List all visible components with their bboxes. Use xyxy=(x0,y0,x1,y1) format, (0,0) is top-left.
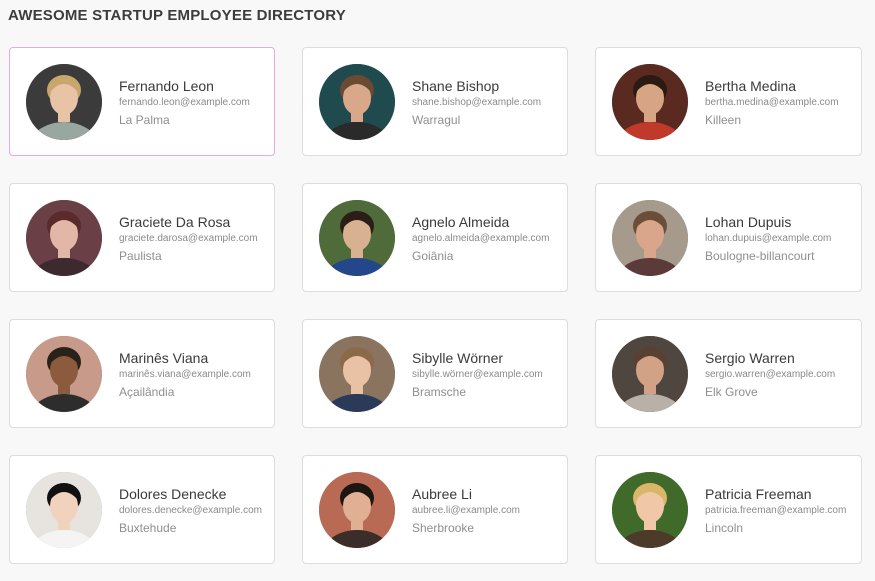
employee-name: Shane Bishop xyxy=(412,78,500,94)
avatar-portrait xyxy=(319,471,395,548)
avatar xyxy=(26,199,102,276)
employee-card[interactable]: Bertha Medina bertha.medina@example.com … xyxy=(595,47,862,156)
avatar xyxy=(612,471,688,548)
avatar xyxy=(319,199,395,276)
avatar-portrait xyxy=(612,335,688,412)
employee-grid: Fernando Leon fernando.leon@example.com … xyxy=(9,47,862,564)
employee-info: Aubree Li aubree.li@example.com Sherbroo… xyxy=(412,483,520,536)
avatar xyxy=(612,63,688,140)
employee-city: Buxtehude xyxy=(119,521,177,535)
avatar xyxy=(26,63,102,140)
employee-card[interactable]: Aubree Li aubree.li@example.com Sherbroo… xyxy=(302,455,568,564)
employee-info: Sibylle Wörner sibylle.wörner@example.co… xyxy=(412,347,543,400)
employee-city: La Palma xyxy=(119,113,170,127)
employee-city: Warragul xyxy=(412,113,461,127)
employee-email: shane.bishop@example.com xyxy=(412,97,542,108)
employee-name: Agnelo Almeida xyxy=(412,214,510,230)
employee-email: dolores.denecke@example.com xyxy=(119,505,263,516)
employee-card[interactable]: Sergio Warren sergio.warren@example.com … xyxy=(595,319,862,428)
employee-email: marinês.viana@example.com xyxy=(119,369,251,380)
employee-city: Sherbrooke xyxy=(412,521,475,535)
employee-name: Sergio Warren xyxy=(705,350,795,366)
avatar-portrait xyxy=(319,63,395,140)
employee-name: Patricia Freeman xyxy=(705,486,812,502)
avatar xyxy=(319,335,395,412)
avatar xyxy=(26,335,102,412)
employee-email: graciete.darosa@example.com xyxy=(119,233,258,244)
employee-city: Boulogne-billancourt xyxy=(705,249,815,263)
employee-name: Marinês Viana xyxy=(119,350,209,366)
employee-card[interactable]: Marinês Viana marinês.viana@example.com … xyxy=(9,319,275,428)
avatar xyxy=(319,471,395,548)
employee-info: Marinês Viana marinês.viana@example.com … xyxy=(119,347,251,400)
employee-city: Elk Grove xyxy=(705,385,758,399)
employee-name: Fernando Leon xyxy=(119,78,214,94)
employee-email: agnelo.almeida@example.com xyxy=(412,233,550,244)
avatar xyxy=(612,335,688,412)
employee-email: bertha.medina@example.com xyxy=(705,97,839,108)
employee-card[interactable]: Lohan Dupuis lohan.dupuis@example.com Bo… xyxy=(595,183,862,292)
employee-name: Dolores Denecke xyxy=(119,486,227,502)
employee-name: Aubree Li xyxy=(412,486,472,502)
employee-email: fernando.leon@example.com xyxy=(119,97,250,108)
employee-card[interactable]: Fernando Leon fernando.leon@example.com … xyxy=(9,47,275,156)
employee-city: Lincoln xyxy=(705,521,744,535)
employee-info: Bertha Medina bertha.medina@example.com … xyxy=(705,75,839,128)
avatar-portrait xyxy=(26,63,102,140)
employee-city: Killeen xyxy=(705,113,742,127)
employee-info: Patricia Freeman patricia.freeman@exampl… xyxy=(705,483,846,536)
employee-card[interactable]: Graciete Da Rosa graciete.darosa@example… xyxy=(9,183,275,292)
employee-email: patricia.freeman@example.com xyxy=(705,505,847,516)
employee-info: Sergio Warren sergio.warren@example.com … xyxy=(705,347,835,400)
employee-email: sibylle.wörner@example.com xyxy=(412,369,543,380)
employee-info: Lohan Dupuis lohan.dupuis@example.com Bo… xyxy=(705,211,831,264)
employee-card[interactable]: Agnelo Almeida agnelo.almeida@example.co… xyxy=(302,183,568,292)
employee-info: Fernando Leon fernando.leon@example.com … xyxy=(119,75,250,128)
employee-name: Lohan Dupuis xyxy=(705,214,792,230)
employee-name: Bertha Medina xyxy=(705,78,797,94)
employee-email: lohan.dupuis@example.com xyxy=(705,233,832,244)
page-title: AWESOME STARTUP EMPLOYEE DIRECTORY xyxy=(8,7,346,24)
avatar-portrait xyxy=(612,199,688,276)
avatar xyxy=(26,471,102,548)
avatar xyxy=(612,199,688,276)
avatar xyxy=(319,63,395,140)
employee-city: Bramsche xyxy=(412,385,467,399)
avatar-portrait xyxy=(319,199,395,276)
employee-name: Graciete Da Rosa xyxy=(119,214,231,230)
employee-info: Shane Bishop shane.bishop@example.com Wa… xyxy=(412,75,541,128)
avatar-portrait xyxy=(26,199,102,276)
employee-email: sergio.warren@example.com xyxy=(705,369,836,380)
avatar-portrait xyxy=(612,471,688,548)
employee-info: Graciete Da Rosa graciete.darosa@example… xyxy=(119,211,258,264)
employee-city: Goiânia xyxy=(412,249,454,263)
employee-card[interactable]: Dolores Denecke dolores.denecke@example.… xyxy=(9,455,275,564)
avatar-portrait xyxy=(612,63,688,140)
employee-card[interactable]: Patricia Freeman patricia.freeman@exampl… xyxy=(595,455,862,564)
employee-card[interactable]: Sibylle Wörner sibylle.wörner@example.co… xyxy=(302,319,568,428)
employee-city: Paulista xyxy=(119,249,162,263)
employee-city: Açailândia xyxy=(119,385,175,399)
employee-email: aubree.li@example.com xyxy=(412,505,520,516)
avatar-portrait xyxy=(26,471,102,548)
avatar-portrait xyxy=(319,335,395,412)
avatar-portrait xyxy=(26,335,102,412)
employee-card[interactable]: Shane Bishop shane.bishop@example.com Wa… xyxy=(302,47,568,156)
employee-name: Sibylle Wörner xyxy=(412,350,504,366)
employee-info: Dolores Denecke dolores.denecke@example.… xyxy=(119,483,262,536)
employee-info: Agnelo Almeida agnelo.almeida@example.co… xyxy=(412,211,549,264)
